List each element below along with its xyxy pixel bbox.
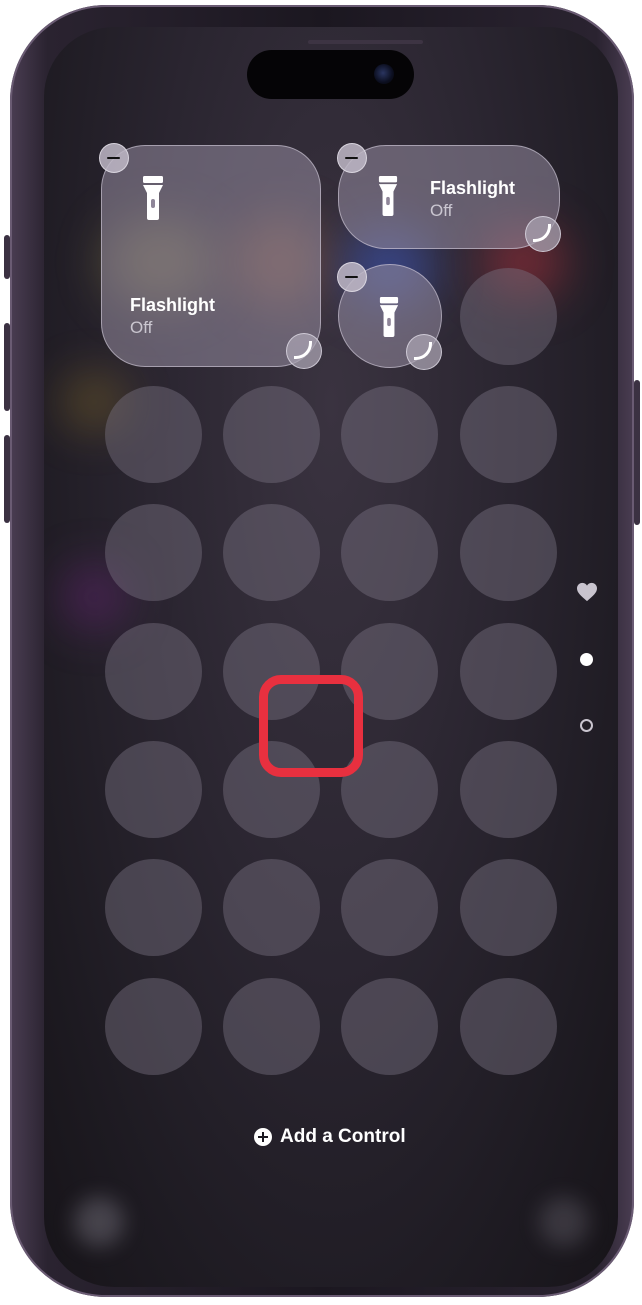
flashlight-shortcut-blur	[74, 1197, 124, 1247]
volume-down-button	[4, 435, 10, 523]
volume-up-button	[4, 323, 10, 411]
empty-control-slot[interactable]	[223, 978, 320, 1075]
remove-control-button[interactable]	[337, 143, 367, 173]
resize-handle[interactable]	[286, 333, 322, 369]
flashlight-icon	[378, 176, 398, 216]
page-dot-active[interactable]	[580, 653, 593, 666]
resize-handle[interactable]	[525, 216, 561, 252]
empty-control-slot[interactable]	[460, 859, 557, 956]
empty-control-slot[interactable]	[223, 386, 320, 483]
control-center-edit-screen: Flashlight Off Flashlight Off Add a Cont…	[44, 27, 618, 1287]
remove-control-button[interactable]	[337, 262, 367, 292]
camera-shortcut-blur	[539, 1197, 589, 1247]
flashlight-control-large[interactable]: Flashlight Off	[101, 145, 321, 367]
empty-control-slot[interactable]	[341, 386, 438, 483]
empty-control-slot[interactable]	[460, 504, 557, 601]
page-dot-inactive[interactable]	[580, 719, 593, 732]
flashlight-icon	[379, 297, 399, 337]
add-control-button[interactable]: Add a Control	[254, 1125, 406, 1149]
dynamic-island	[247, 50, 414, 99]
empty-control-slot[interactable]	[341, 859, 438, 956]
control-state: Off	[430, 201, 453, 220]
empty-control-slot[interactable]	[105, 859, 202, 956]
control-state: Off	[130, 318, 153, 337]
flashlight-icon	[143, 176, 163, 220]
empty-control-slot[interactable]	[223, 859, 320, 956]
empty-control-slot[interactable]	[105, 741, 202, 838]
front-camera	[374, 64, 394, 84]
empty-control-slot[interactable]	[460, 741, 557, 838]
remove-control-button[interactable]	[99, 143, 129, 173]
phone-frame: Flashlight Off Flashlight Off Add a Cont…	[4, 5, 640, 1297]
empty-control-slot[interactable]	[460, 978, 557, 1075]
empty-control-slot[interactable]	[105, 386, 202, 483]
empty-control-slot[interactable]	[460, 623, 557, 720]
empty-control-slot[interactable]	[341, 504, 438, 601]
side-button	[634, 380, 640, 525]
add-control-label: Add a Control	[280, 1126, 406, 1147]
empty-control-slot[interactable]	[460, 386, 557, 483]
resize-handle[interactable]	[406, 334, 442, 370]
plus-circle-icon	[254, 1128, 272, 1146]
highlight-box	[259, 675, 363, 777]
empty-control-slot[interactable]	[105, 623, 202, 720]
empty-control-slot[interactable]	[105, 978, 202, 1075]
empty-control-slot[interactable]	[105, 504, 202, 601]
control-title: Flashlight	[430, 178, 515, 198]
action-button	[4, 235, 10, 279]
empty-control-slot[interactable]	[341, 978, 438, 1075]
heart-icon[interactable]	[576, 582, 598, 602]
speaker-grille	[308, 40, 423, 44]
empty-control-slot[interactable]	[460, 268, 557, 365]
empty-control-slot[interactable]	[223, 504, 320, 601]
control-title: Flashlight	[130, 295, 215, 315]
